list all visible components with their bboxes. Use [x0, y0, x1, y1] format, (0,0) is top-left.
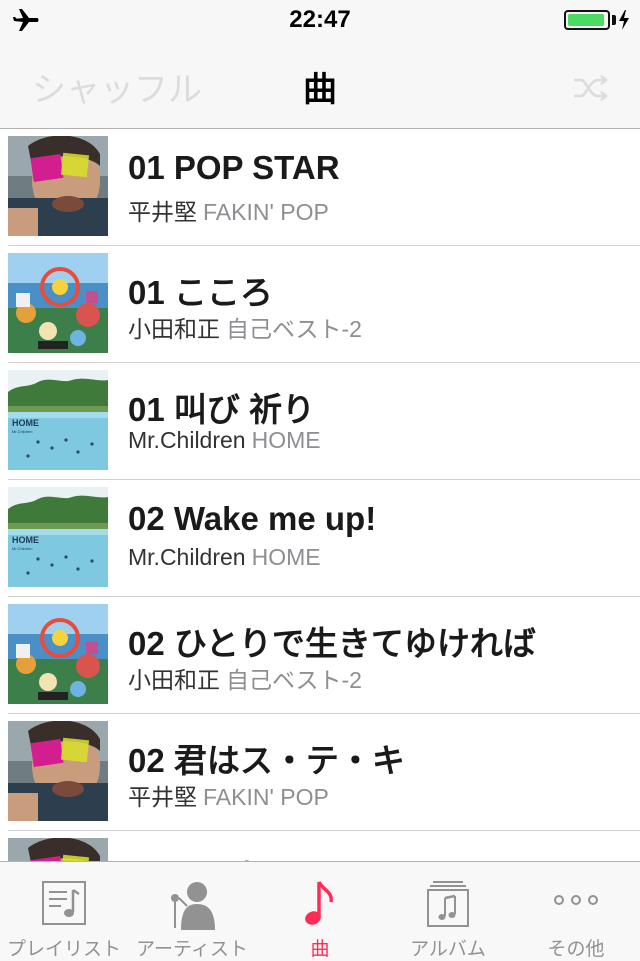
more-icon	[554, 895, 598, 905]
music-note-icon	[305, 881, 333, 925]
song-row[interactable]: HOME Mr.Children 02 Wake me up! Mr.Childr…	[0, 480, 640, 597]
battery-tip	[612, 15, 616, 25]
song-album: HOME	[251, 544, 321, 570]
song-list[interactable]: 01 POP STAR 平井堅 FAKIN' POP 01 こころ 小田和正 自己ベスト…	[0, 129, 640, 861]
artist-icon	[171, 882, 215, 930]
tab-label: 曲	[310, 939, 330, 960]
album-art-fakin-pop	[8, 838, 108, 861]
song-artist: Mr.Children	[128, 544, 246, 570]
shuffle-button[interactable]: シャッフル	[32, 62, 202, 111]
song-title: 01 POP STAR	[128, 149, 340, 186]
album-art	[8, 838, 108, 861]
tab-artists[interactable]: アーティスト	[128, 862, 256, 961]
album-art	[8, 136, 108, 236]
svg-text:Mr.Children: Mr.Children	[12, 429, 32, 434]
song-subtitle: 小田和正 自己ベスト-2	[128, 310, 362, 344]
song-album: FAKIN' POP	[203, 199, 329, 225]
tab-playlists[interactable]: プレイリスト	[0, 862, 128, 961]
album-art	[8, 604, 108, 704]
song-album: HOME	[251, 427, 321, 453]
tab-albums[interactable]: アルバム	[384, 862, 512, 961]
album-art-jiko-best-2	[8, 253, 108, 353]
tab-label: アーティスト	[136, 939, 248, 960]
song-subtitle: 平井堅 FAKIN' POP	[128, 193, 329, 227]
tab-more[interactable]: その他	[512, 862, 640, 961]
song-artist: 平井堅	[128, 784, 197, 810]
battery-icon	[564, 10, 610, 30]
song-artist: 平井堅	[128, 199, 197, 225]
svg-text:HOME: HOME	[12, 535, 39, 545]
status-time: 22:47	[289, 6, 351, 33]
song-album: FAKIN' POP	[203, 784, 329, 810]
tab-songs[interactable]: 曲	[256, 862, 384, 961]
svg-text:Mr.Children: Mr.Children	[12, 546, 32, 551]
song-title: 02 ひとりで生きてゆければ	[128, 625, 536, 662]
tab-label: プレイリスト	[6, 939, 121, 960]
song-album: 自己ベスト-2	[226, 667, 362, 693]
status-bar: 22:47	[0, 0, 640, 40]
album-art-home: HOME Mr.Children	[8, 487, 108, 587]
album-icon	[427, 881, 469, 927]
song-artist: 小田和正	[128, 316, 220, 342]
song-subtitle: 平井堅 FAKIN' POP	[128, 778, 329, 812]
song-title: 01 叫び 祈り	[128, 391, 316, 428]
svg-text:HOME: HOME	[12, 418, 39, 428]
song-row[interactable]: 02 ひとりで生きてゆければ 小田和正 自己ベスト-2	[0, 597, 640, 714]
song-title: 01 こころ	[128, 274, 273, 311]
album-art: HOME Mr.Children	[8, 370, 108, 470]
album-art	[8, 253, 108, 353]
playlist-icon	[42, 881, 86, 925]
song-album: 自己ベスト-2	[226, 316, 362, 342]
song-row[interactable]: 01 POP STAR 平井堅 FAKIN' POP	[0, 129, 640, 246]
album-art: HOME Mr.Children	[8, 487, 108, 587]
tab-label: その他	[547, 939, 605, 960]
song-subtitle: Mr.Children HOME	[128, 427, 321, 454]
song-title: 02 君はス・テ・キ	[128, 742, 405, 779]
song-row[interactable]: 01 こころ 小田和正 自己ベスト-2	[0, 246, 640, 363]
song-title: 02 Wake me up!	[128, 500, 377, 537]
tab-label: アルバム	[410, 939, 486, 960]
album-art-home: HOME Mr.Children	[8, 370, 108, 470]
charging-bolt-icon	[619, 10, 629, 30]
song-artist: Mr.Children	[128, 427, 246, 453]
album-art	[8, 721, 108, 821]
song-row[interactable]: 02 君はス・テ・キ 平井堅 FAKIN' POP	[0, 714, 640, 831]
album-art-fakin-pop	[8, 721, 108, 821]
song-title: 03 君の好きなとこ	[128, 851, 405, 861]
song-row[interactable]: HOME Mr.Children 01 叫び 祈り Mr.Children HOME	[0, 363, 640, 480]
nav-bar: シャッフル 曲	[0, 40, 640, 129]
shuffle-icon[interactable]	[572, 74, 608, 102]
album-art-fakin-pop	[8, 136, 108, 236]
song-subtitle: 小田和正 自己ベスト-2	[128, 661, 362, 695]
song-subtitle: Mr.Children HOME	[128, 544, 321, 571]
tab-bar: プレイリスト アーティスト 曲 アルバム その他	[0, 861, 640, 961]
album-art-jiko-best-2	[8, 604, 108, 704]
song-row[interactable]: 03 君の好きなとこ平井堅FAKIN' POP	[0, 831, 640, 861]
song-artist: 小田和正	[128, 667, 220, 693]
battery-level	[568, 14, 604, 26]
